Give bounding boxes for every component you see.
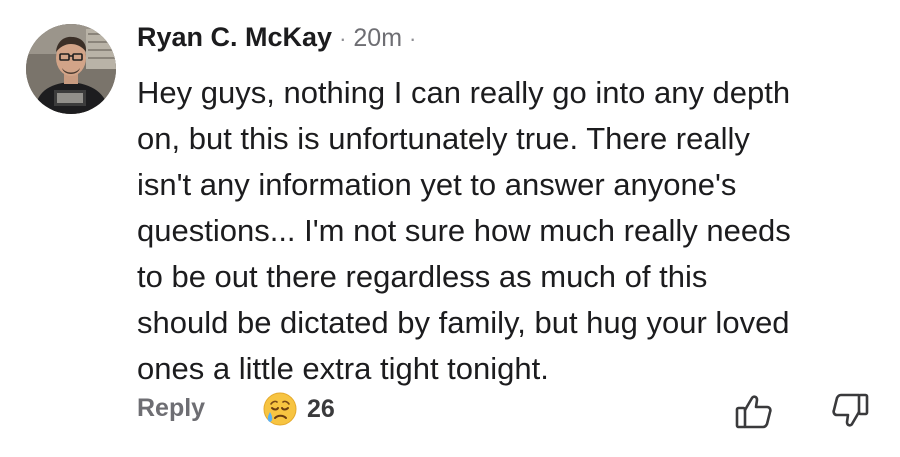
reaction-count: 26	[307, 394, 335, 423]
comment-actions: Reply 26	[137, 388, 877, 432]
comment-text: Hey guys, nothing I can really go into a…	[137, 75, 791, 386]
header-separator-trailing: ·	[409, 26, 417, 51]
comment-card: Ryan C. McKay · 20m · Hey guys, nothing …	[0, 0, 900, 457]
sad-tear-emoji-icon	[263, 392, 297, 426]
thumbs-down-icon	[832, 393, 869, 427]
dislike-button[interactable]	[829, 390, 871, 432]
reply-button[interactable]: Reply	[137, 394, 205, 423]
author-name[interactable]: Ryan C. McKay	[137, 22, 332, 53]
comment-body: Ryan C. McKay · 20m · Hey guys, nothing …	[137, 22, 877, 392]
reaction-summary[interactable]: 26	[261, 390, 335, 428]
comment-timestamp: 20m	[353, 24, 403, 52]
avatar[interactable]	[26, 24, 116, 114]
like-button[interactable]	[733, 390, 775, 432]
comment-header: Ryan C. McKay · 20m ·	[137, 22, 877, 68]
header-separator: ·	[339, 26, 347, 51]
avatar-photo	[26, 24, 116, 114]
thumbs-up-icon	[735, 395, 772, 429]
